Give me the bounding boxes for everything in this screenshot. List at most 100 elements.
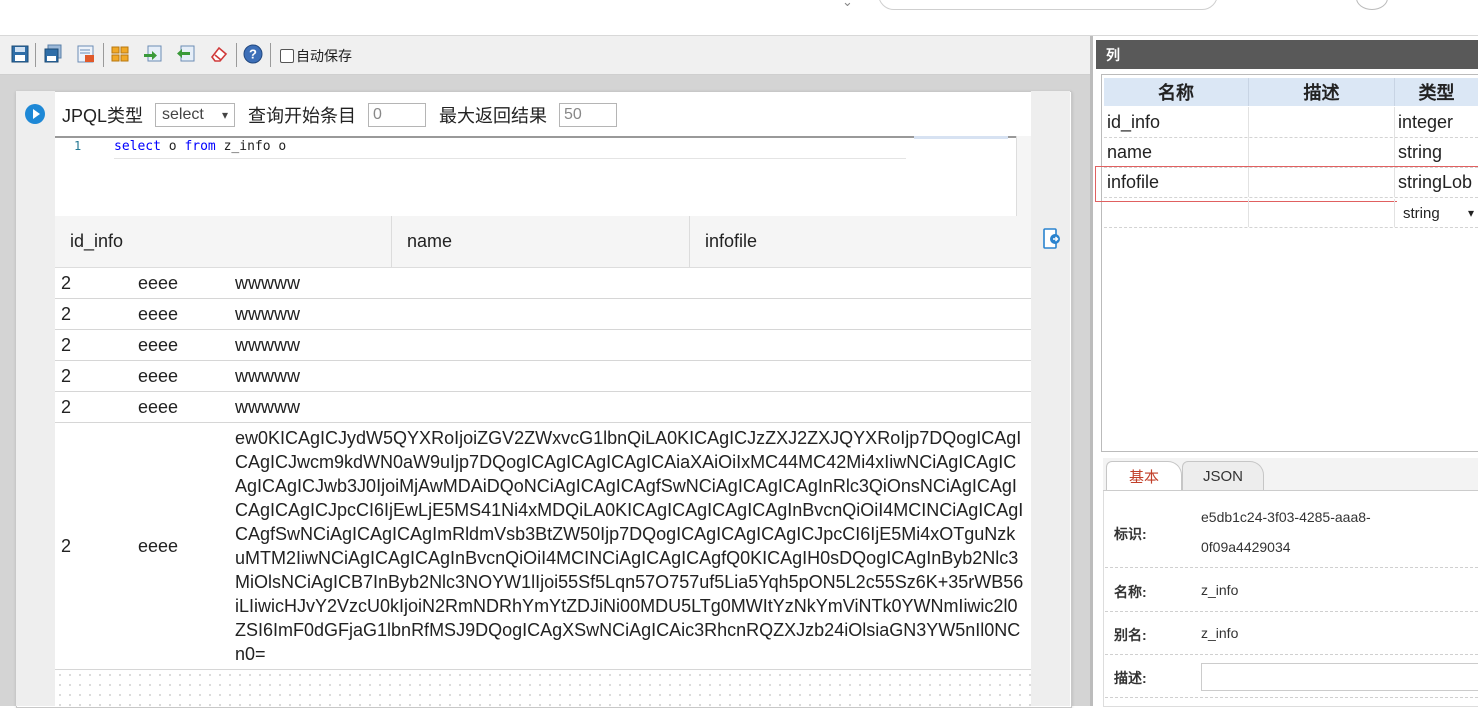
name-value: z_info (1201, 582, 1239, 598)
jpql-type-select[interactable]: select ▾ (155, 103, 236, 127)
column-row[interactable]: name string (1104, 137, 1478, 168)
alias-label: 别名: (1114, 627, 1147, 643)
top-search-box[interactable] (878, 0, 1218, 10)
editor-minimap[interactable] (914, 136, 1008, 139)
chevron-down-icon[interactable]: ⌄ (842, 0, 853, 10)
help-icon[interactable]: ? (243, 44, 263, 64)
chevron-down-icon: ▾ (1467, 206, 1474, 220)
alias-value: z_info (1201, 625, 1239, 641)
save-icon[interactable] (10, 44, 30, 64)
results-header: id_info name infofile (55, 216, 1031, 268)
cell-id-info: 2 (61, 272, 72, 293)
max-results-input[interactable]: 50 (559, 103, 618, 127)
column-header-name[interactable]: name (392, 216, 690, 267)
cell-name: eeee (138, 303, 179, 324)
max-results-label: 最大返回结果 (439, 106, 548, 126)
line-number: 1 (74, 139, 82, 153)
left-gutter (16, 91, 55, 706)
toolbar: ? 自动保存 (0, 36, 1090, 75)
transfer-icon[interactable] (176, 44, 196, 64)
column-name[interactable]: name (1104, 137, 1249, 167)
id-value-line2: 0f09a4429034 (1201, 539, 1291, 555)
new-column-description[interactable] (1249, 199, 1395, 227)
column-description[interactable] (1249, 137, 1395, 167)
right-gutter (1031, 91, 1070, 706)
code-text: z_info o (215, 139, 287, 154)
eraser-icon[interactable] (209, 44, 229, 64)
cell-name: eeee (138, 365, 179, 386)
results-empty-area (55, 670, 1031, 706)
table-row[interactable]: 2 eeee wwwww (55, 299, 1031, 330)
cell-id-info: 2 (61, 303, 72, 324)
columns-grid-header: 名称 描述 类型 (1104, 78, 1478, 106)
header-name[interactable]: 名称 (1104, 78, 1249, 106)
start-row-input[interactable]: 0 (368, 103, 427, 127)
name-label: 名称: (1114, 584, 1147, 600)
columns-panel-title: 列 (1096, 40, 1478, 69)
keyword-from: from (184, 139, 216, 154)
cell-name: eeee (138, 396, 179, 417)
jpql-type-label: JPQL类型 (62, 106, 144, 126)
jpql-type-value: select (162, 106, 204, 123)
new-column-type-select[interactable]: string ▾ (1397, 201, 1478, 225)
autosave-label: 自动保存 (296, 48, 352, 64)
cell-id-info: 2 (61, 535, 72, 556)
cell-id-info: 2 (61, 396, 72, 417)
toolbar-separator (270, 43, 271, 67)
current-line-highlight (114, 158, 906, 159)
cell-name: eeee (138, 535, 179, 556)
property-id: 标识: e5db1c24-3f03-4285-aaa8- 0f09a442903… (1105, 497, 1478, 568)
header-type[interactable]: 类型 (1395, 78, 1478, 106)
table-row[interactable]: 2 eeee wwwww (55, 361, 1031, 392)
column-description[interactable] (1249, 107, 1395, 137)
svg-text:?: ? (249, 47, 257, 62)
cell-infofile: wwwww (235, 365, 300, 386)
column-header-id-info[interactable]: id_info (55, 216, 392, 267)
cell-infofile: wwwww (235, 396, 300, 417)
export-icon[interactable] (76, 44, 96, 64)
column-header-infofile[interactable]: infofile (690, 216, 1031, 267)
cell-infofile: wwwww (235, 334, 300, 355)
code-text: o (160, 139, 185, 154)
cell-infofile: wwwww (235, 272, 300, 293)
start-row-label: 查询开始条目 (248, 106, 357, 126)
header-description[interactable]: 描述 (1249, 78, 1395, 106)
run-query-button[interactable] (25, 104, 45, 124)
import-icon[interactable] (143, 44, 163, 64)
autosave-box[interactable] (280, 49, 294, 63)
autosave-checkbox[interactable]: 自动保存 (280, 46, 352, 66)
column-row[interactable]: id_info integer (1104, 107, 1478, 138)
cell-id-info: 2 (61, 365, 72, 386)
tab-basic[interactable]: 基本 (1106, 461, 1182, 490)
column-name[interactable]: id_info (1104, 107, 1249, 137)
table-row[interactable]: 2 eeee wwwww (55, 330, 1031, 361)
toolbar-separator (35, 43, 36, 67)
table-row[interactable]: 2 eeee ew0KICAgICJydW5QYXRoIjoiZGV2ZWxvc… (55, 423, 1031, 670)
description-input[interactable] (1201, 663, 1478, 691)
top-strip (0, 0, 1478, 36)
cell-name: eeee (138, 334, 179, 355)
table-row[interactable]: 2 eeee wwwww (55, 392, 1031, 423)
property-name: 名称: z_info (1105, 568, 1478, 612)
column-type[interactable]: string (1395, 137, 1478, 167)
id-label: 标识: (1114, 526, 1147, 542)
chevron-down-icon: ▾ (222, 108, 229, 122)
description-label: 描述: (1114, 670, 1147, 686)
type-select-value: string (1403, 204, 1440, 222)
query-options-bar: JPQL类型 select ▾ 查询开始条目 0 最大返回结果 50 (62, 100, 618, 130)
selected-row-highlight (1095, 166, 1478, 202)
cell-name: eeee (138, 272, 179, 293)
cell-infofile: ew0KICAgICJydW5QYXRoIjoiZGV2ZWxvcG1lbnQi… (235, 428, 1024, 664)
results-table: 2 eeee wwwww 2 eeee wwwww 2 eeee wwwww 2… (55, 268, 1031, 670)
tab-json[interactable]: JSON (1182, 461, 1264, 490)
property-alias: 别名: z_info (1105, 611, 1478, 655)
export-results-icon[interactable] (1043, 228, 1061, 250)
query-code-line[interactable]: select o from z_info o (114, 139, 286, 154)
database-icon[interactable] (110, 44, 130, 64)
table-row[interactable]: 2 eeee wwwww (55, 268, 1031, 299)
save-all-icon[interactable] (43, 44, 63, 64)
cell-id-info: 2 (61, 334, 72, 355)
new-column-name[interactable] (1104, 199, 1249, 227)
column-type[interactable]: integer (1395, 107, 1478, 137)
editor-scrollbar[interactable] (1016, 136, 1031, 216)
